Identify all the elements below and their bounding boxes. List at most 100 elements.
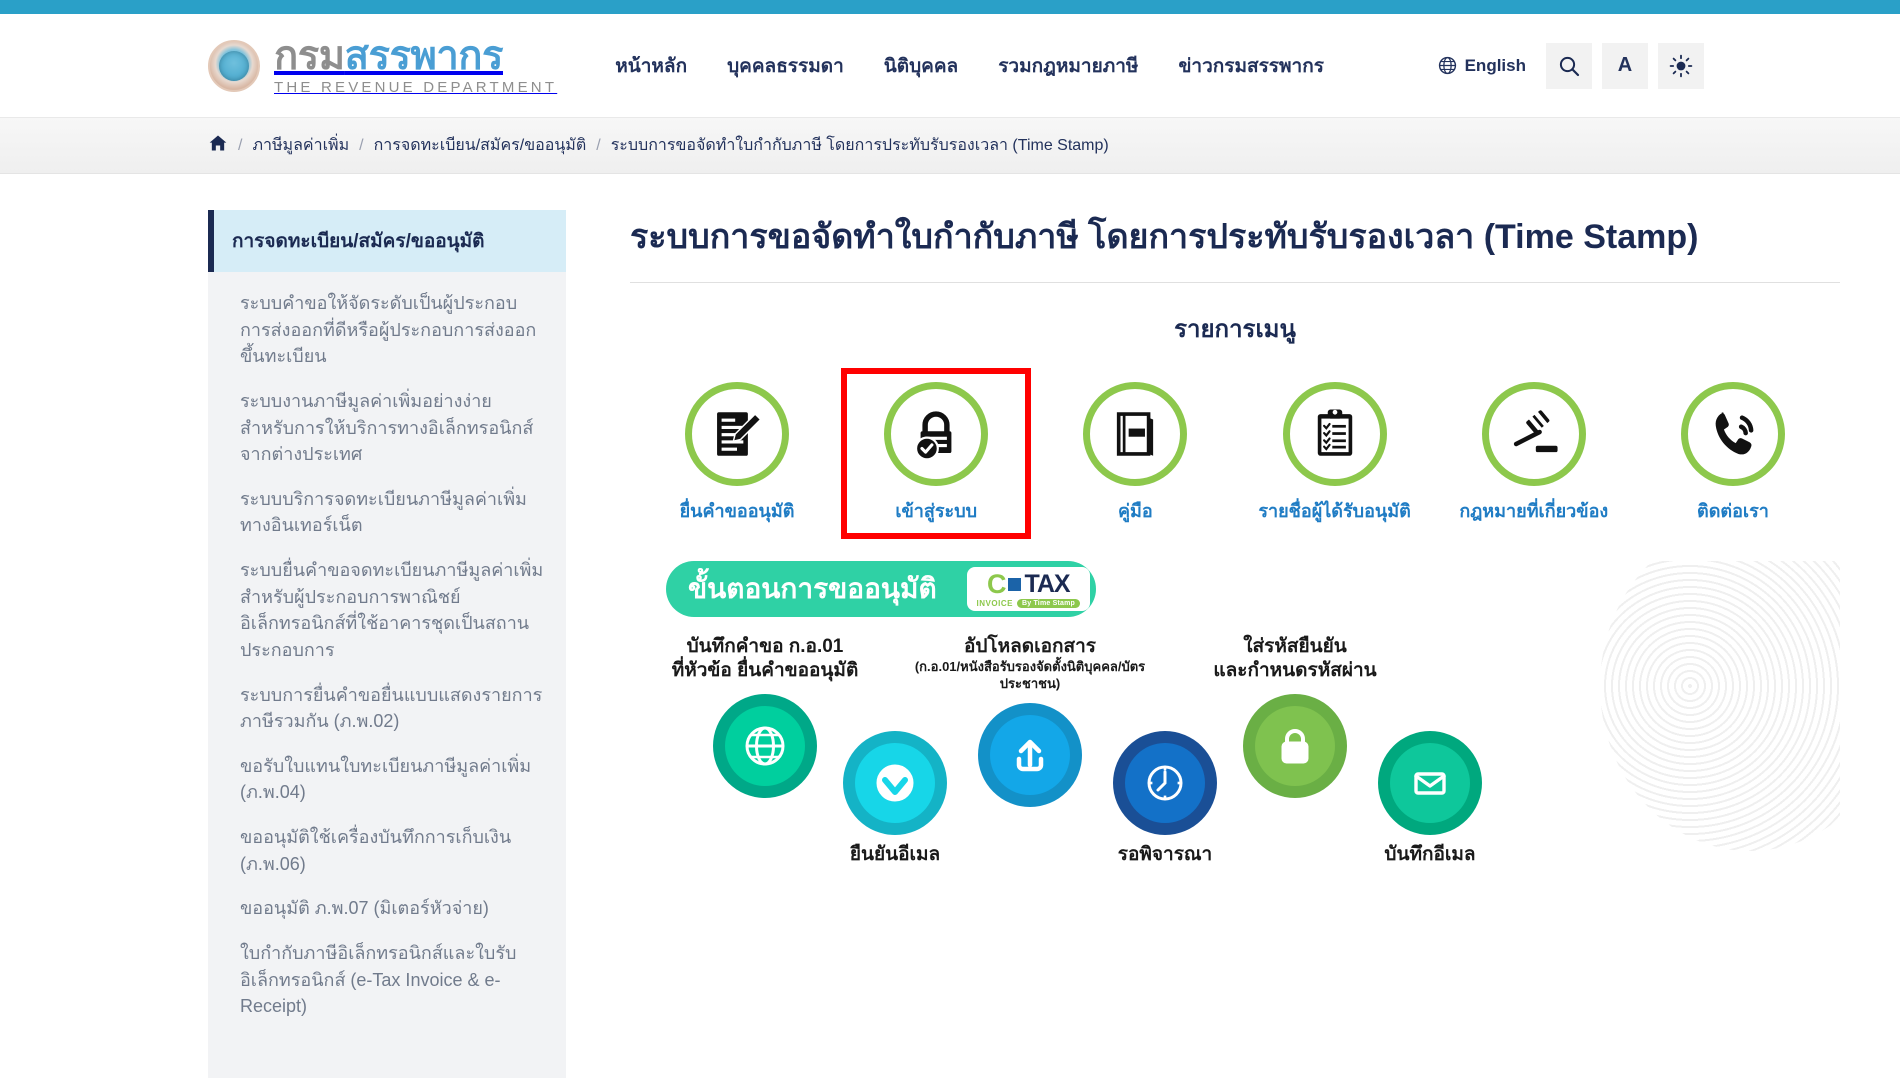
sidebar-item-pp02[interactable]: ระบบการยื่นคำขอยื่นแบบแสดงรายการภาษีรวมก…: [240, 682, 544, 735]
step-caption: รอพิจารณา: [1118, 843, 1212, 868]
tile-label: กฎหมายที่เกี่ยวข้อง: [1459, 501, 1609, 522]
menu-tile-row: ยื่นคำขออนุมัติ เข้าสู่ระบบ คู่มือ รายชื…: [630, 368, 1840, 539]
breadcrumb-separator-3: /: [596, 136, 601, 154]
etax-logo-tax: TAX: [1024, 569, 1070, 598]
breadcrumb-item-current: ระบบการขอจัดทำใบกำกับภาษี โดยการประทับรั…: [610, 137, 1109, 154]
etax-logo-bottom: INVOICE By Time Stamp: [976, 598, 1080, 608]
step-caption: ยืนยันอีเมล: [850, 843, 940, 868]
etax-logo-top: C TAX: [986, 568, 1071, 599]
top-accent-bar: [0, 0, 1900, 14]
sidebar-item-simplified-vat[interactable]: ระบบงานภาษีมูลค่าเพิ่มอย่างง่ายสำหรับการ…: [240, 388, 544, 468]
process-steps: บันทึกคำขอ ก.อ.01 ที่หัวข้อ ยื่นคำขออนุม…: [630, 635, 1840, 965]
brightness-icon: [1669, 54, 1693, 77]
sidebar: การจดทะเบียน/สมัคร/ขออนุมัติ ระบบคำขอให้…: [208, 174, 566, 1078]
tile-label: รายชื่อผู้ได้รับอนุมัติ: [1258, 501, 1411, 522]
breadcrumb-item-registration[interactable]: การจดทะเบียน/สมัคร/ขออนุมัติ: [374, 133, 587, 158]
theme-toggle-button[interactable]: [1658, 42, 1704, 89]
revenue-department-seal-icon: [208, 39, 260, 92]
document-edit-icon: [717, 412, 762, 456]
etax-logo-square-icon: [1008, 577, 1022, 591]
search-icon: [1559, 56, 1580, 76]
sidebar-item-vat-registration-internet[interactable]: ระบบบริการจดทะเบียนภาษีมูลค่าเพิ่มทางอิน…: [240, 486, 544, 539]
step-title: ยืนยันอีเมล: [849, 843, 941, 865]
sidebar-item-exporter-rating[interactable]: ระบบคำขอให้จัดระดับเป็นผู้ประกอบการส่งออ…: [240, 290, 544, 370]
font-size-button[interactable]: A: [1602, 42, 1648, 89]
search-button[interactable]: [1546, 42, 1592, 89]
sidebar-item-ecommerce-condo[interactable]: ระบบยื่นคำขอจดทะเบียนภาษีมูลค่าเพิ่มสำหร…: [240, 557, 544, 664]
header-tools: English A: [1428, 42, 1704, 89]
infographic-banner: ขั้นตอนการขออนุมัติ C TAX INVOICE By Tim…: [666, 560, 1096, 617]
menu-tile-login[interactable]: เข้าสู่ระบบ: [841, 368, 1032, 539]
tile-circle: [685, 382, 789, 487]
etax-logo-by: By Time Stamp: [1016, 598, 1080, 608]
nav-item-individual[interactable]: บุคคลธรรมดา: [727, 51, 844, 81]
step-bubble-inner: [1390, 742, 1470, 823]
step-subtitle: ที่หัวข้อ ยื่นคำขออนุมัติ: [671, 660, 859, 682]
nav-item-tax-laws[interactable]: รวมกฎหมายภาษี: [998, 51, 1138, 81]
step-title: บันทึกอีเมล: [1384, 843, 1476, 865]
nav-item-juristic[interactable]: นิติบุคคล: [884, 51, 958, 81]
book-icon: [1117, 412, 1154, 456]
tile-label: เข้าสู่ระบบ: [895, 501, 978, 522]
process-step-save-email: บันทึกอีเมล: [1285, 730, 1575, 868]
home-icon: [209, 135, 227, 151]
page-title: ระบบการขอจัดทำใบกำกับภาษี โดยการประทับรั…: [630, 218, 1699, 256]
menu-tile-related-laws[interactable]: กฎหมายที่เกี่ยวข้อง: [1445, 374, 1623, 533]
sidebar-item-pp07[interactable]: ขออนุมัติ ภ.พ.07 (มิเตอร์หัวจ่าย): [240, 895, 544, 922]
phone-icon: [1715, 412, 1754, 455]
tile-circle: [884, 382, 989, 487]
sidebar-heading: การจดทะเบียน/สมัคร/ขออนุมัติ: [208, 210, 566, 272]
language-switch-button[interactable]: English: [1428, 50, 1536, 82]
breadcrumb-home-link[interactable]: [208, 133, 228, 158]
tile-label: ติดต่อเรา: [1697, 501, 1769, 522]
step-title: รอพิจารณา: [1117, 843, 1213, 865]
breadcrumb: / ภาษีมูลค่าเพิ่ม / การจดทะเบียน/สมัคร/ข…: [0, 118, 1900, 174]
step-caption: บันทึกคำขอ ก.อ.01 ที่หัวข้อ ยื่นคำขออนุม…: [672, 635, 859, 684]
sidebar-item-pp06[interactable]: ขออนุมัติใช้เครื่องบันทึกการเก็บเงิน (ภ.…: [240, 824, 544, 877]
language-label: English: [1464, 55, 1526, 75]
step-title: ใส่รหัสยืนยัน: [1243, 635, 1347, 657]
tile-label: ยื่นคำขออนุมัติ: [679, 501, 795, 522]
page-body: การจดทะเบียน/สมัคร/ขออนุมัติ ระบบคำขอให้…: [0, 174, 1900, 1078]
breadcrumb-item-vat[interactable]: ภาษีมูลค่าเพิ่ม: [252, 133, 349, 158]
step-caption: บันทึกอีเมล: [1384, 843, 1475, 868]
nav-item-home[interactable]: หน้าหลัก: [615, 51, 687, 81]
main-content: ระบบการขอจัดทำใบกำกับภาษี โดยการประทับรั…: [566, 174, 1900, 1078]
title-divider: [630, 282, 1840, 284]
step-title: บันทึกคำขอ ก.อ.01: [686, 635, 844, 657]
menu-heading: รายการเมนู: [1174, 316, 1296, 344]
etax-logo-e: C: [986, 568, 1006, 599]
brand-english-name: THE REVENUE DEPARTMENT: [274, 79, 558, 96]
menu-tile-contact-us[interactable]: ติดต่อเรา: [1644, 374, 1822, 533]
sidebar-item-pp04[interactable]: ขอรับใบแทนใบทะเบียนภาษีมูลค่าเพิ่ม (ภ.พ.…: [240, 753, 544, 806]
lock-check-icon: [915, 411, 952, 461]
sidebar-item-etax-invoice-receipt[interactable]: ใบกำกับภาษีอิเล็กทรอนิกส์และใบรับอิเล็กท…: [240, 940, 544, 1020]
etax-logo-invoice: INVOICE: [976, 598, 1013, 608]
step-caption: ใส่รหัสยืนยัน และกำหนดรหัสผ่าน: [1213, 635, 1376, 684]
step-caption: อัปโหลดเอกสาร (ก.อ.01/หนังสือรับรองจัดตั…: [885, 635, 1175, 693]
step-subtitle: และกำหนดรหัสผ่าน: [1213, 660, 1377, 682]
tile-circle: [1481, 382, 1586, 487]
menu-tile-submit-request[interactable]: ยื่นคำขออนุมัติ: [648, 374, 826, 533]
globe-icon: [1438, 56, 1456, 75]
site-header: กรมสรรพากร THE REVENUE DEPARTMENT หน้าหล…: [0, 14, 1900, 118]
step-subtitle: (ก.อ.01/หนังสือรับรองจัดตั้งนิติบุคคล/บั…: [914, 659, 1146, 692]
step-title: อัปโหลดเอกสาร: [963, 635, 1097, 657]
clipboard-checklist-icon: [1317, 409, 1352, 456]
menu-tile-manual[interactable]: คู่มือ: [1046, 374, 1224, 533]
breadcrumb-separator-1: /: [238, 136, 243, 154]
menu-tile-approved-list[interactable]: รายชื่อผู้ได้รับอนุมัติ: [1246, 374, 1424, 533]
tile-circle: [1282, 382, 1387, 487]
tile-circle: [1680, 382, 1785, 487]
tile-label: คู่มือ: [1118, 501, 1153, 522]
main-navigation: หน้าหลัก บุคคลธรรมดา นิติบุคคล รวมกฎหมาย…: [615, 51, 1324, 81]
etax-logo: C TAX INVOICE By Time Stamp: [966, 566, 1090, 611]
site-logo[interactable]: กรมสรรพากร THE REVENUE DEPARTMENT: [208, 36, 557, 95]
gavel-icon: [1513, 410, 1558, 453]
nav-item-news[interactable]: ข่าวกรมสรรพากร: [1178, 51, 1323, 81]
tile-circle: [1083, 382, 1188, 487]
brand-text: กรมสรรพากร THE REVENUE DEPARTMENT: [274, 36, 557, 95]
approval-process-infographic: ขั้นตอนการขออนุมัติ C TAX INVOICE By Tim…: [630, 560, 1840, 981]
font-size-label: A: [1617, 54, 1633, 76]
infographic-banner-text: ขั้นตอนการขออนุมัติ: [688, 572, 937, 604]
